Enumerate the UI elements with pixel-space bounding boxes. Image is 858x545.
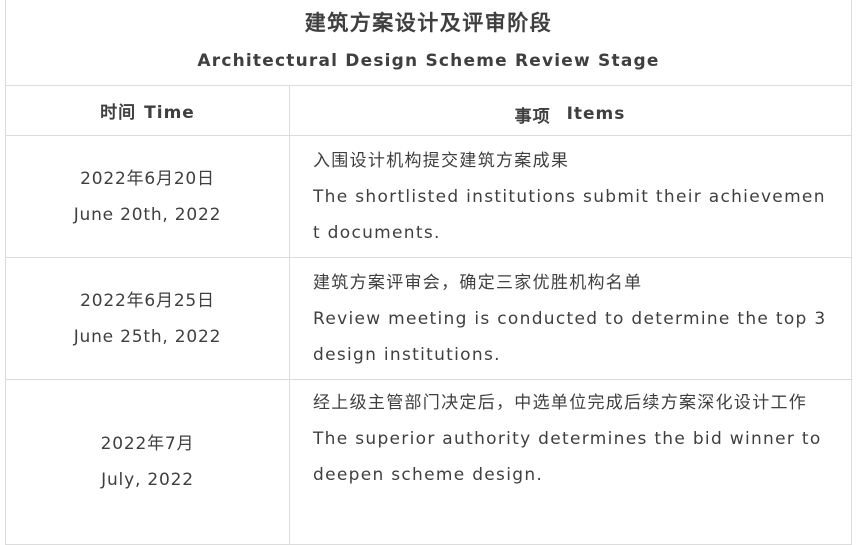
header-items-zh: 事项 [514, 106, 551, 127]
table-title-block: 建筑方案设计及评审阶段 Architectural Design Scheme … [6, 0, 851, 86]
date-chinese: 2022年6月20日 [80, 168, 215, 189]
date-chinese: 2022年6月25日 [80, 290, 215, 311]
item-english: The superior authority determines the bi… [313, 429, 822, 485]
item-chinese: 建筑方案评审会，确定三家优胜机构名单 [313, 273, 643, 293]
table-header-row: 时间 Time 事项 Items [6, 86, 851, 136]
item-chinese: 经上级主管部门决定后，中选单位完成后续方案深化设计工作 [313, 393, 808, 413]
date-cell: 2022年7月 July, 2022 [6, 380, 290, 544]
title-chinese: 建筑方案设计及评审阶段 [304, 11, 553, 35]
item-chinese: 入围设计机构提交建筑方案成果 [313, 151, 570, 171]
item-cell: 入围设计机构提交建筑方案成果 The shortlisted instituti… [290, 136, 850, 257]
date-english: July, 2022 [101, 470, 194, 490]
item-cell: 经上级主管部门决定后，中选单位完成后续方案深化设计工作 The superior… [290, 380, 850, 544]
header-items-en: Items [566, 104, 626, 124]
schedule-table: 建筑方案设计及评审阶段 Architectural Design Scheme … [5, 0, 852, 545]
date-chinese: 2022年7月 [100, 434, 195, 454]
item-english: The shortlisted institutions submit thei… [313, 187, 826, 243]
header-time-cell: 时间 Time [6, 86, 290, 135]
item-cell: 建筑方案评审会，确定三家优胜机构名单 Review meeting is con… [290, 258, 850, 379]
date-cell: 2022年6月25日 June 25th, 2022 [6, 258, 290, 379]
table-row: 2022年7月 July, 2022 经上级主管部门决定后，中选单位完成后续方案… [6, 380, 851, 545]
header-time-en: Time [144, 103, 195, 123]
item-english: Review meeting is conducted to determine… [313, 309, 827, 365]
table-row: 2022年6月20日 June 20th, 2022 入围设计机构提交建筑方案成… [6, 136, 851, 258]
table-row: 2022年6月25日 June 25th, 2022 建筑方案评审会，确定三家优… [6, 258, 851, 380]
header-time-zh: 时间 [100, 103, 137, 123]
date-english: June 25th, 2022 [73, 326, 222, 347]
date-cell: 2022年6月20日 June 20th, 2022 [6, 136, 290, 257]
header-items-cell: 事项 Items [290, 86, 850, 135]
title-english: Architectural Design Scheme Review Stage [197, 51, 660, 71]
date-english: June 20th, 2022 [73, 204, 222, 225]
